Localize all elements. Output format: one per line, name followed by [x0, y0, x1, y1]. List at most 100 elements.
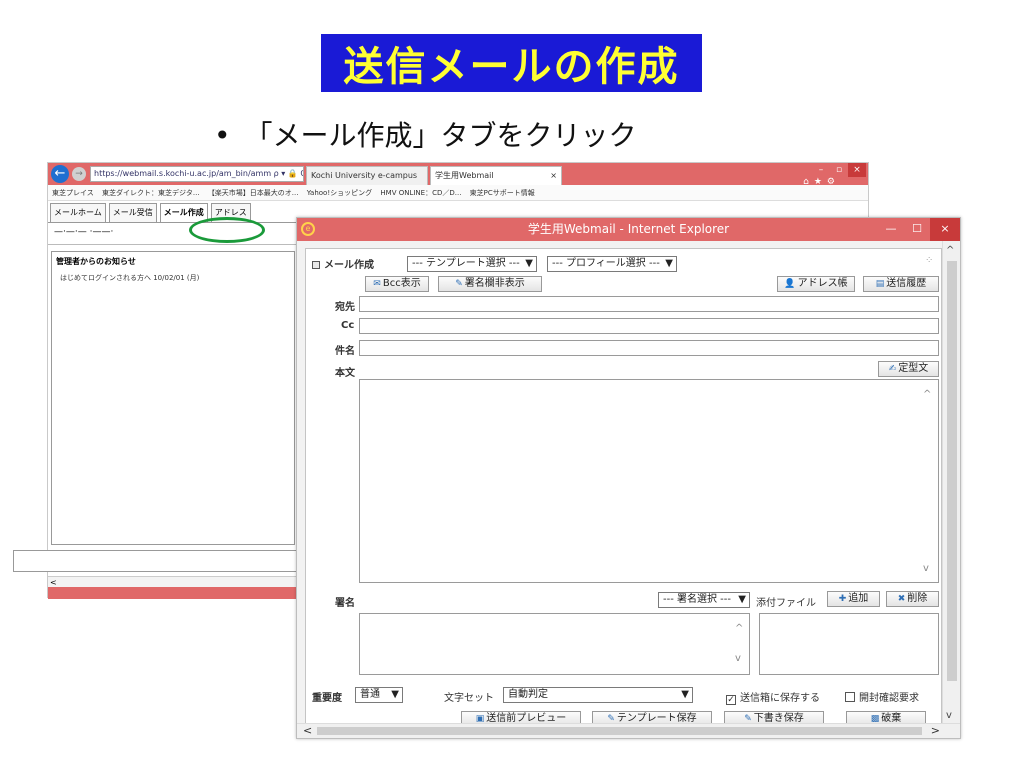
cc-label: Cc: [341, 320, 355, 331]
browser-tab-kochi[interactable]: Kochi University e-campus: [306, 166, 428, 185]
save-sent-checkbox[interactable]: ✓ 送信箱に保存する: [726, 689, 820, 705]
body-scroll-up-icon[interactable]: ^: [923, 389, 939, 400]
notice-item[interactable]: はじめてログインされる方へ 10/02/01 (月): [52, 271, 294, 285]
cc-field[interactable]: [359, 318, 939, 334]
body-label: 本文: [335, 368, 355, 379]
attachment-list[interactable]: [759, 613, 939, 675]
chevron-down-icon: ▼: [391, 689, 399, 700]
close-icon[interactable]: ×: [848, 163, 866, 177]
delete-icon: ✖: [897, 594, 906, 604]
checkbox-checked-icon: ✓: [726, 695, 736, 705]
to-label: 宛先: [335, 302, 355, 313]
scroll-thumb[interactable]: [947, 261, 957, 681]
browser-titlebar: ← → https://webmail.s.kochi-u.ac.jp/am_b…: [48, 163, 868, 187]
browser-tab-webmail[interactable]: 学生用Webmail ×: [430, 166, 562, 185]
body-scroll-down-icon[interactable]: v: [923, 563, 939, 574]
home-star-gear-icons[interactable]: ⌂★⚙: [803, 177, 840, 187]
compose-form: メール作成 --- テンプレート選択 --- ▼ --- プロフィール選択 ---…: [305, 248, 942, 727]
app-tab-bar: メールホーム メール受信 メール作成 アドレス: [48, 201, 298, 223]
maximize-icon[interactable]: ▫: [830, 163, 848, 177]
background-taskbar-strip: [48, 587, 300, 599]
scroll-up-icon[interactable]: ^: [946, 245, 954, 256]
priority-select[interactable]: 普通 ▼: [355, 687, 403, 703]
notice-header: 管理者からのお知らせ: [56, 257, 136, 266]
highlight-circle: [189, 217, 265, 243]
favorite-link[interactable]: 東芝ダイレクト：東芝デジタ...: [102, 189, 200, 197]
browser-window-controls: – ▫ ×: [812, 163, 866, 177]
history-button[interactable]: ▤ 送信履歴: [863, 276, 939, 292]
webmail-home-pane: メールホーム メール受信 メール作成 アドレス —·—·— ·——· 管理者から…: [48, 201, 298, 597]
favorite-link[interactable]: 東芝プレイス: [52, 189, 94, 197]
forward-arrow-icon[interactable]: →: [72, 167, 86, 181]
to-field[interactable]: [359, 296, 939, 312]
add-attachment-button[interactable]: ✚ 追加: [827, 591, 880, 607]
compose-window-title: 学生用Webmail - Internet Explorer: [527, 222, 730, 236]
slide-bullet: • 「メール作成」タブをクリック: [214, 114, 637, 154]
template-text-button[interactable]: ✍ 定型文: [878, 361, 939, 377]
bullet-marker: •: [214, 119, 231, 152]
favorites-bar: 東芝プレイス 東芝ダイレクト：東芝デジタ... 【楽天市場】日本最大のオ... …: [48, 185, 868, 201]
tab-label: 学生用Webmail: [435, 171, 494, 180]
tab-close-icon[interactable]: ×: [550, 167, 557, 184]
chevron-down-icon: ▼: [525, 258, 533, 269]
chevron-down-icon: ▼: [738, 594, 746, 605]
bcc-button[interactable]: ✉ Bcc表示: [365, 276, 429, 292]
favorite-link[interactable]: HMV ONLINE：CD／D...: [380, 189, 461, 197]
favorite-link[interactable]: 東芝PCサポート情報: [470, 189, 535, 197]
minimize-button[interactable]: —: [878, 218, 904, 241]
subject-field[interactable]: [359, 340, 939, 356]
compose-window-controls: — ☐ ×: [878, 218, 960, 241]
compose-window-titlebar: e 学生用Webmail - Internet Explorer — ☐ ×: [297, 218, 960, 241]
close-button[interactable]: ×: [930, 218, 960, 241]
background-footer-box: [13, 550, 300, 572]
address-bar[interactable]: https://webmail.s.kochi-u.ac.jp/am_bin/a…: [90, 166, 304, 182]
minimize-icon[interactable]: –: [812, 163, 830, 177]
bullet-text: 「メール作成」タブをクリック: [244, 119, 637, 152]
slide-title: 送信メールの作成: [321, 34, 702, 92]
tab-mail-receive[interactable]: メール受信: [108, 203, 157, 222]
chevron-down-icon: ▼: [665, 258, 673, 269]
maximize-button[interactable]: ☐: [904, 218, 930, 241]
compose-window: e 学生用Webmail - Internet Explorer — ☐ × メ…: [296, 217, 961, 739]
signature-icon: ✎: [455, 279, 463, 289]
delete-attachment-button[interactable]: ✖ 削除: [886, 591, 939, 607]
signature-textarea[interactable]: [359, 613, 750, 675]
bcc-icon: ✉: [373, 279, 381, 289]
loading-spinner-icon: ⁘: [925, 255, 934, 266]
background-horizontal-scrollbar[interactable]: <: [48, 576, 300, 587]
scroll-thumb[interactable]: [317, 727, 922, 735]
signature-toggle-button[interactable]: ✎ 署名欄非表示: [438, 276, 542, 292]
scroll-right-icon[interactable]: >: [931, 724, 940, 738]
profile-select[interactable]: --- プロフィール選択 --- ▼: [547, 256, 677, 272]
tab-label: Kochi University e-campus: [311, 171, 418, 180]
charset-select[interactable]: 自動判定 ▼: [503, 687, 693, 703]
address-book-icon: 👤: [784, 279, 796, 289]
tab-mail-compose[interactable]: メール作成: [159, 203, 208, 222]
history-icon: ▤: [875, 279, 885, 289]
template-select[interactable]: --- テンプレート選択 --- ▼: [407, 256, 537, 272]
charset-label: 文字セット: [444, 693, 494, 704]
section-square-icon: [312, 261, 320, 269]
ie-logo-icon: e: [301, 222, 315, 236]
back-arrow-icon[interactable]: ←: [51, 165, 69, 183]
subject-label: 件名: [335, 346, 355, 357]
body-textarea[interactable]: [359, 379, 939, 583]
signature-label: 署名: [335, 598, 355, 609]
scroll-left-icon[interactable]: <: [303, 724, 312, 738]
attachment-label: 添付ファイル: [756, 598, 816, 609]
notice-panel: 管理者からのお知らせ はじめてログインされる方へ 10/02/01 (月): [51, 251, 295, 545]
compose-horizontal-scrollbar[interactable]: < >: [297, 723, 960, 738]
tab-mail-home[interactable]: メールホーム: [50, 203, 106, 222]
chevron-down-icon: ▼: [681, 689, 689, 700]
favorite-link[interactable]: Yahoo!ショッピング: [307, 189, 372, 197]
signature-select[interactable]: --- 署名選択 --- ▼: [658, 592, 750, 608]
priority-label: 重要度: [312, 693, 342, 704]
checkbox-unchecked-icon: [845, 692, 855, 702]
address-book-button[interactable]: 👤 アドレス帳: [777, 276, 855, 292]
favorite-link[interactable]: 【楽天市場】日本最大のオ...: [208, 189, 299, 197]
template-text-icon: ✍: [888, 364, 897, 374]
scroll-down-icon[interactable]: v: [946, 710, 952, 721]
read-receipt-checkbox[interactable]: 開封確認要求: [845, 689, 919, 704]
compose-vertical-scrollbar[interactable]: ^ v: [942, 241, 960, 725]
add-icon: ✚: [838, 594, 847, 604]
